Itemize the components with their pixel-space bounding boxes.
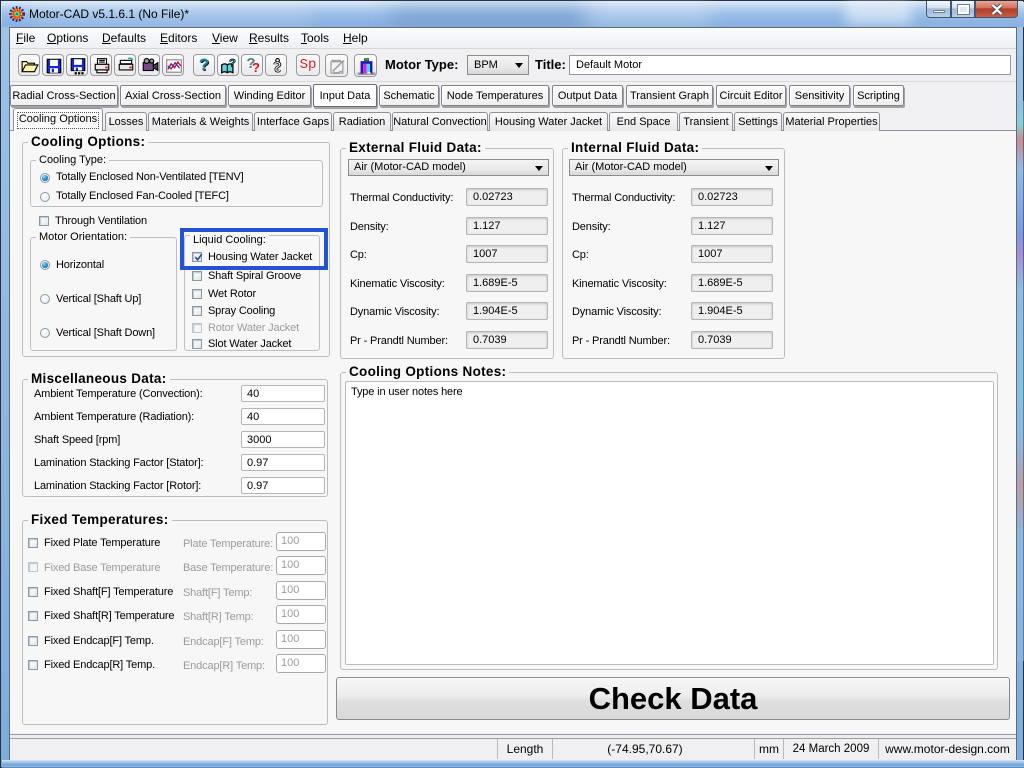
svg-text:?: ? [229,58,236,70]
